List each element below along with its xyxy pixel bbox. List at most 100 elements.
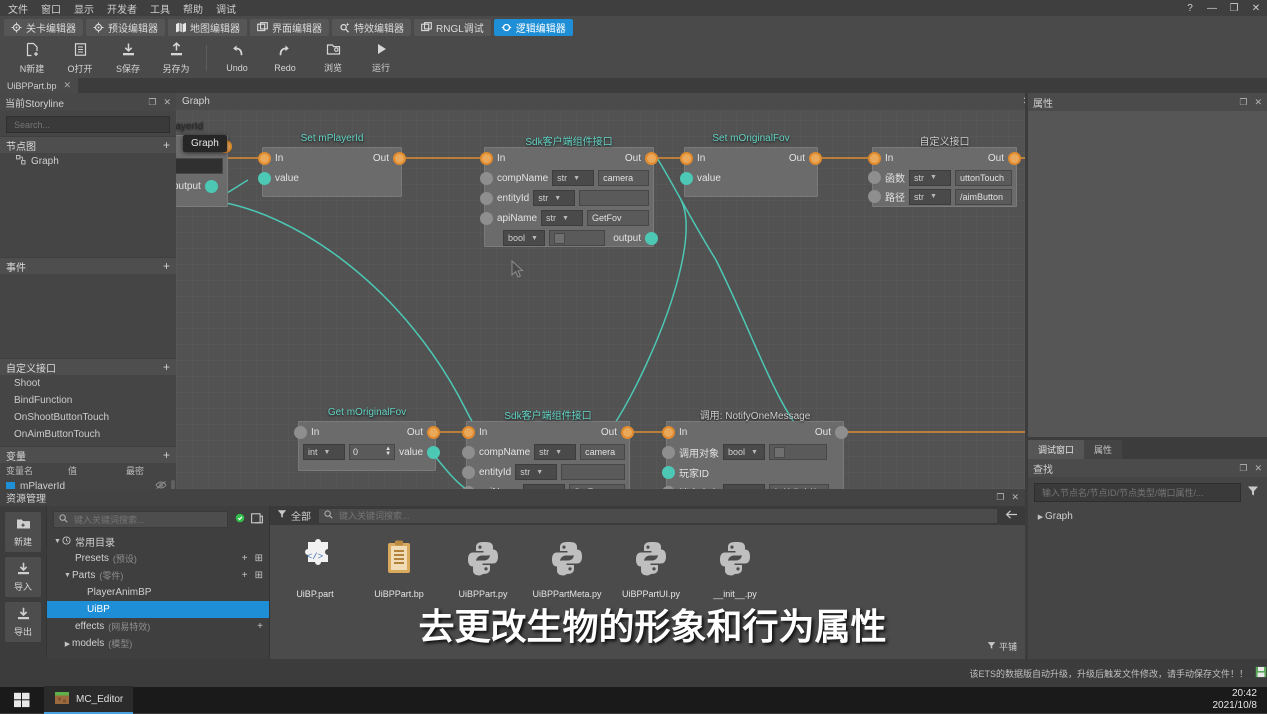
data-pin-target[interactable]: [662, 445, 675, 459]
exec-pin-out[interactable]: [393, 151, 406, 165]
data-pin-value[interactable]: [427, 445, 440, 459]
output-type-dropdown[interactable]: bool ▼: [503, 230, 545, 246]
chevron-down-icon[interactable]: ▼: [63, 572, 72, 579]
int-stepper[interactable]: 0 ▲ ▼: [349, 444, 396, 460]
menu-item-tools[interactable]: 工具: [150, 1, 170, 16]
funnel-icon[interactable]: [1247, 485, 1259, 500]
add-interface-button[interactable]: +: [163, 361, 170, 373]
tab-level-editor[interactable]: 关卡编辑器: [4, 18, 83, 36]
menu-item-file[interactable]: 文件: [8, 1, 28, 16]
node-custom-interface[interactable]: 自定义接口 In Out 函数 str ▼ uttonTouch 路径 str …: [868, 137, 1021, 207]
help-icon[interactable]: ?: [1179, 0, 1201, 16]
minimize-icon[interactable]: —: [1201, 0, 1223, 16]
exec-pin-out[interactable]: [1008, 151, 1021, 165]
save-icon[interactable]: [1255, 666, 1267, 681]
interface-item-bindfunction[interactable]: BindFunction: [0, 392, 176, 409]
refresh-icon[interactable]: [234, 512, 246, 527]
add-icon[interactable]: +: [257, 621, 263, 632]
entityid-field[interactable]: [579, 190, 649, 206]
exec-pin-out[interactable]: [621, 425, 634, 439]
node-set-mplayerid[interactable]: Set mPlayerId In Out value: [258, 133, 406, 197]
type-dropdown[interactable]: str ▼: [552, 170, 595, 186]
find-search-box[interactable]: [1034, 483, 1241, 502]
add-icon[interactable]: +: [242, 553, 248, 564]
taskbar-clock[interactable]: 20:42 2021/10/8: [1213, 688, 1258, 712]
graph-canvas[interactable]: ...ayerId Out output Graph Set mP: [176, 110, 1025, 489]
type-dropdown[interactable]: str ▼: [909, 169, 951, 186]
resource-tree-row[interactable]: ▼ Parts (零件) + ⊞: [47, 567, 269, 584]
entityid-field[interactable]: [561, 464, 625, 480]
save-as-button[interactable]: 另存为: [152, 39, 200, 77]
tab-preset-editor[interactable]: 预设编辑器: [86, 18, 165, 36]
menu-item-developer[interactable]: 开发者: [107, 1, 137, 16]
target-checkbox-field[interactable]: [769, 444, 827, 460]
node-sdk-client-top[interactable]: Sdk客户端组件接口 In Out compName str ▼ camera: [480, 137, 658, 247]
close-icon[interactable]: ✕: [1011, 492, 1019, 503]
tab-ui-editor[interactable]: 界面编辑器: [250, 18, 329, 36]
file-item-uibppart-bp[interactable]: UiBPPart.bp: [368, 537, 430, 647]
close-icon[interactable]: ✕: [1254, 463, 1262, 474]
taskbar-item-mc-editor[interactable]: MC_Editor: [44, 686, 134, 714]
view-mode-flat[interactable]: 平铺: [987, 640, 1017, 653]
bool-checkbox[interactable]: [554, 232, 565, 244]
chevron-right-icon[interactable]: ▶: [63, 640, 72, 648]
type-dropdown[interactable]: int ▼: [303, 444, 345, 460]
node-get-moriginalfov[interactable]: Get mOriginalFov In Out int ▼ 0 ▲ ▼ valu…: [294, 407, 440, 471]
close-icon[interactable]: ✕: [1023, 96, 1025, 107]
compname-field[interactable]: camera: [580, 444, 625, 460]
menu-item-help[interactable]: 帮助: [183, 1, 203, 16]
open-folder-icon[interactable]: ⊞: [255, 553, 263, 564]
tab-rngl-debug[interactable]: RNGL调试: [414, 18, 491, 36]
data-pin-playerid[interactable]: [662, 465, 675, 479]
search-input[interactable]: [12, 118, 164, 131]
file-item-uibp-part[interactable]: </> UiBP.part: [284, 537, 346, 647]
document-tab-uibppart[interactable]: UiBPPart.bp ✕: [0, 78, 79, 93]
data-pin-compname[interactable]: [480, 171, 493, 185]
windows-icon[interactable]: [0, 687, 44, 713]
file-item-uibppartmeta-py[interactable]: UiBPPartMeta.py: [532, 537, 602, 647]
exec-pin-in[interactable]: [462, 425, 475, 439]
stepper-arrows-icon[interactable]: ▲ ▼: [385, 446, 391, 457]
exec-pin-in[interactable]: [294, 425, 307, 439]
chevron-right-icon[interactable]: ▶: [1036, 513, 1045, 521]
file-item-uibppartui-py[interactable]: UiBPPartUI.py: [620, 537, 682, 647]
redo-button[interactable]: Redo: [261, 39, 309, 77]
exec-pin-in[interactable]: [258, 151, 271, 165]
type-dropdown[interactable]: str ▼: [534, 444, 577, 460]
back-arrow-icon[interactable]: [1005, 509, 1018, 523]
file-search-input[interactable]: [337, 509, 992, 522]
chevron-down-icon[interactable]: ▼: [53, 538, 62, 545]
exec-pin-out[interactable]: [809, 151, 822, 165]
run-button[interactable]: 运行: [357, 39, 405, 77]
bool-checkbox[interactable]: [774, 446, 785, 458]
storyline-search[interactable]: [6, 116, 170, 133]
maximize-icon[interactable]: ❐: [1223, 0, 1245, 16]
new-resource-button[interactable]: 新建: [5, 512, 41, 552]
exec-pin-in[interactable]: [480, 151, 493, 165]
output-checkbox-field[interactable]: [549, 230, 606, 246]
resource-tree-row[interactable]: ▶ models (模型): [47, 635, 269, 652]
collapse-icon[interactable]: [251, 512, 263, 527]
file-search-box[interactable]: [318, 507, 998, 524]
maximize-icon[interactable]: ❐: [148, 97, 156, 108]
interface-item-onshootbuttontouch[interactable]: OnShootButtonTouch: [0, 409, 176, 426]
path-field[interactable]: /aimButton: [955, 188, 1012, 205]
data-pin-output[interactable]: [645, 231, 658, 245]
function-field[interactable]: uttonTouch: [955, 169, 1012, 186]
type-dropdown[interactable]: str ▼: [909, 188, 951, 205]
node-set-moriginalfov[interactable]: Set mOriginalFov In Out value: [680, 133, 822, 197]
export-button[interactable]: 导出: [5, 602, 41, 642]
data-pin-entityid[interactable]: [480, 191, 493, 205]
file-item-init-py[interactable]: __init__.py: [704, 537, 766, 647]
exec-pin-out[interactable]: [645, 151, 658, 165]
menu-item-window[interactable]: 窗口: [41, 1, 61, 16]
resource-search-box[interactable]: [53, 511, 228, 528]
apiname-field[interactable]: GetFov: [587, 210, 649, 226]
file-filter-all[interactable]: 全部: [277, 508, 311, 523]
interface-item-onaimbuttontouch[interactable]: OnAimButtonTouch: [0, 426, 176, 443]
type-dropdown[interactable]: str ▼: [541, 210, 584, 226]
open-button[interactable]: O打开: [56, 39, 104, 77]
data-pin-value[interactable]: [680, 171, 693, 185]
menu-item-display[interactable]: 显示: [74, 1, 94, 16]
type-dropdown[interactable]: bool ▼: [723, 444, 765, 460]
